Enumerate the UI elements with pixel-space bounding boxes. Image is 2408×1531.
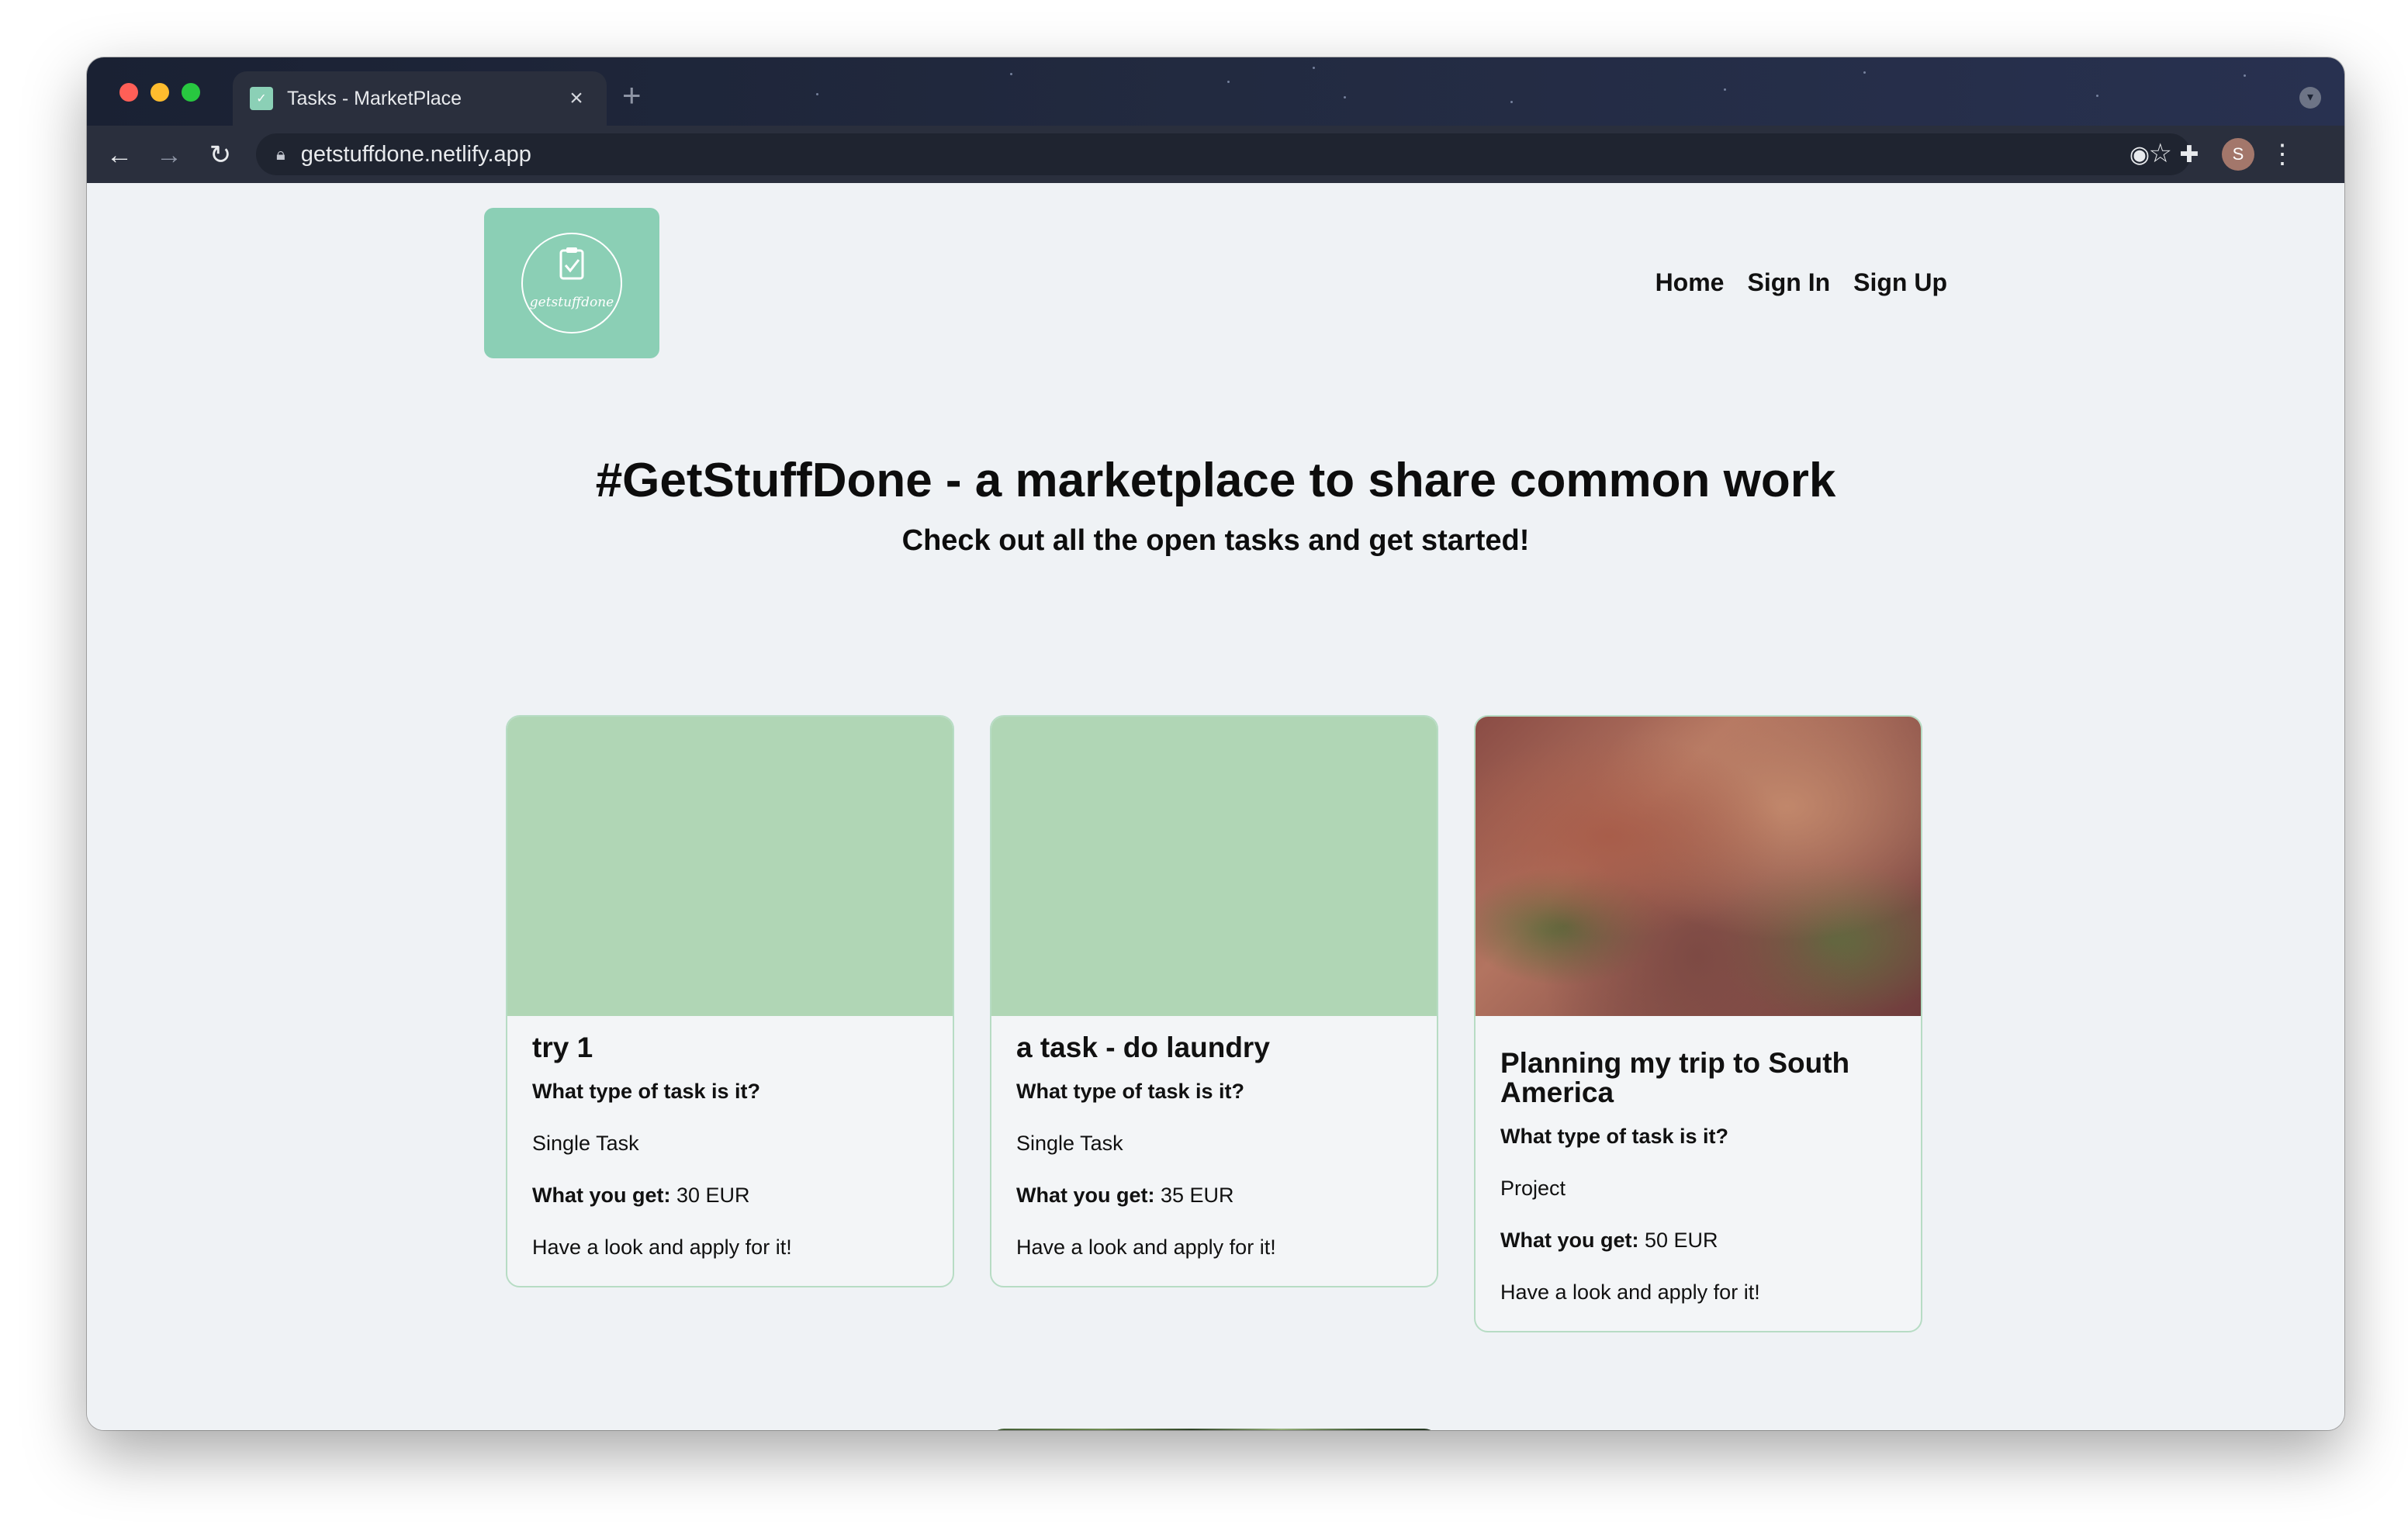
task-type: Single Task xyxy=(532,1132,639,1155)
site-logo[interactable]: getstuffdone xyxy=(484,208,659,358)
page-content: getstuffdone Home Sign In Sign Up #GetSt… xyxy=(87,183,2344,1430)
clipboard-check-icon: getstuffdone xyxy=(521,233,622,334)
task-pay-label: What you get: xyxy=(1016,1184,1155,1207)
logo-text: getstuffdone xyxy=(530,295,614,310)
lock-icon: 🔒︎ xyxy=(276,144,285,164)
title-bar: ✓ Tasks - MarketPlace × + ▾ xyxy=(87,57,2344,126)
task-type: Single Task xyxy=(1016,1132,1123,1155)
task-image-placeholder xyxy=(991,717,1437,1016)
task-pay-value: 30 EUR xyxy=(670,1184,750,1207)
close-window-button[interactable] xyxy=(119,83,138,102)
puzzle-icon[interactable]: ✚ xyxy=(2174,140,2205,171)
browser-window: ✓ Tasks - MarketPlace × + ▾ ← → ↻ 🔒︎ get… xyxy=(87,57,2344,1430)
reload-icon[interactable]: ↻ xyxy=(203,138,237,172)
browser-toolbar: ← → ↻ 🔒︎ getstuffdone.netlify.app ☆ ◉ ✚ … xyxy=(87,126,2344,183)
task-pay-label: What you get: xyxy=(1500,1229,1639,1252)
task-cta: Have a look and apply for it! xyxy=(1500,1280,1760,1304)
task-type-question: What type of task is it? xyxy=(532,1080,761,1103)
task-cta: Have a look and apply for it! xyxy=(1016,1236,1276,1259)
forward-icon[interactable]: → xyxy=(152,138,186,172)
task-pay-value: 50 EUR xyxy=(1638,1229,1718,1252)
task-card[interactable]: a task - do laundry What type of task is… xyxy=(990,715,1438,1287)
nav-sign-in-link[interactable]: Sign In xyxy=(1747,268,1830,297)
browser-tab[interactable]: ✓ Tasks - MarketPlace × xyxy=(233,71,607,126)
page-title: #GetStuffDone - a marketplace to share c… xyxy=(595,454,1836,507)
main-nav: Home Sign In Sign Up xyxy=(1656,268,1947,297)
task-cta: Have a look and apply for it! xyxy=(532,1236,792,1259)
url-text[interactable]: getstuffdone.netlify.app xyxy=(301,142,531,168)
task-pay-value: 35 EUR xyxy=(1154,1184,1234,1207)
task-pay: What you get: 50 EUR xyxy=(1500,1229,1896,1253)
task-photo-partial[interactable] xyxy=(990,1429,1438,1430)
task-type-question: What type of task is it? xyxy=(1500,1125,1729,1148)
maximize-window-button[interactable] xyxy=(182,83,200,102)
nav-home-link[interactable]: Home xyxy=(1656,268,1725,297)
page-subtitle: Check out all the open tasks and get sta… xyxy=(901,524,1530,557)
task-title: a task - do laundry xyxy=(1016,1032,1270,1063)
extension-icon[interactable]: ◉ xyxy=(2124,140,2155,171)
minimize-window-button[interactable] xyxy=(150,83,169,102)
task-pay: What you get: 30 EUR xyxy=(532,1184,928,1208)
tab-title: Tasks - MarketPlace xyxy=(287,87,462,109)
task-image-placeholder xyxy=(507,717,953,1016)
task-type-question: What type of task is it? xyxy=(1016,1080,1245,1103)
task-card[interactable]: try 1 What type of task is it? Single Ta… xyxy=(506,715,954,1287)
more-vert-icon[interactable]: ⋮ xyxy=(2267,138,2298,171)
tab-search-icon[interactable]: ▾ xyxy=(2299,87,2321,109)
task-pay-label: What you get: xyxy=(532,1184,671,1207)
profile-avatar[interactable]: S xyxy=(2222,138,2254,171)
close-icon[interactable]: × xyxy=(563,85,590,112)
task-type: Project xyxy=(1500,1177,1566,1200)
favicon-icon: ✓ xyxy=(250,87,273,110)
task-title: try 1 xyxy=(532,1032,593,1063)
task-title: Planning my trip to South America xyxy=(1500,1047,1850,1108)
back-icon[interactable]: ← xyxy=(102,138,137,172)
task-card[interactable]: Planning my trip to South America What t… xyxy=(1474,715,1922,1332)
nav-sign-up-link[interactable]: Sign Up xyxy=(1853,268,1947,297)
new-tab-icon[interactable]: + xyxy=(622,79,642,112)
task-pay: What you get: 35 EUR xyxy=(1016,1184,1412,1208)
address-bar[interactable]: 🔒︎ getstuffdone.netlify.app ☆ xyxy=(256,133,2191,175)
task-photo xyxy=(1476,717,1921,1016)
